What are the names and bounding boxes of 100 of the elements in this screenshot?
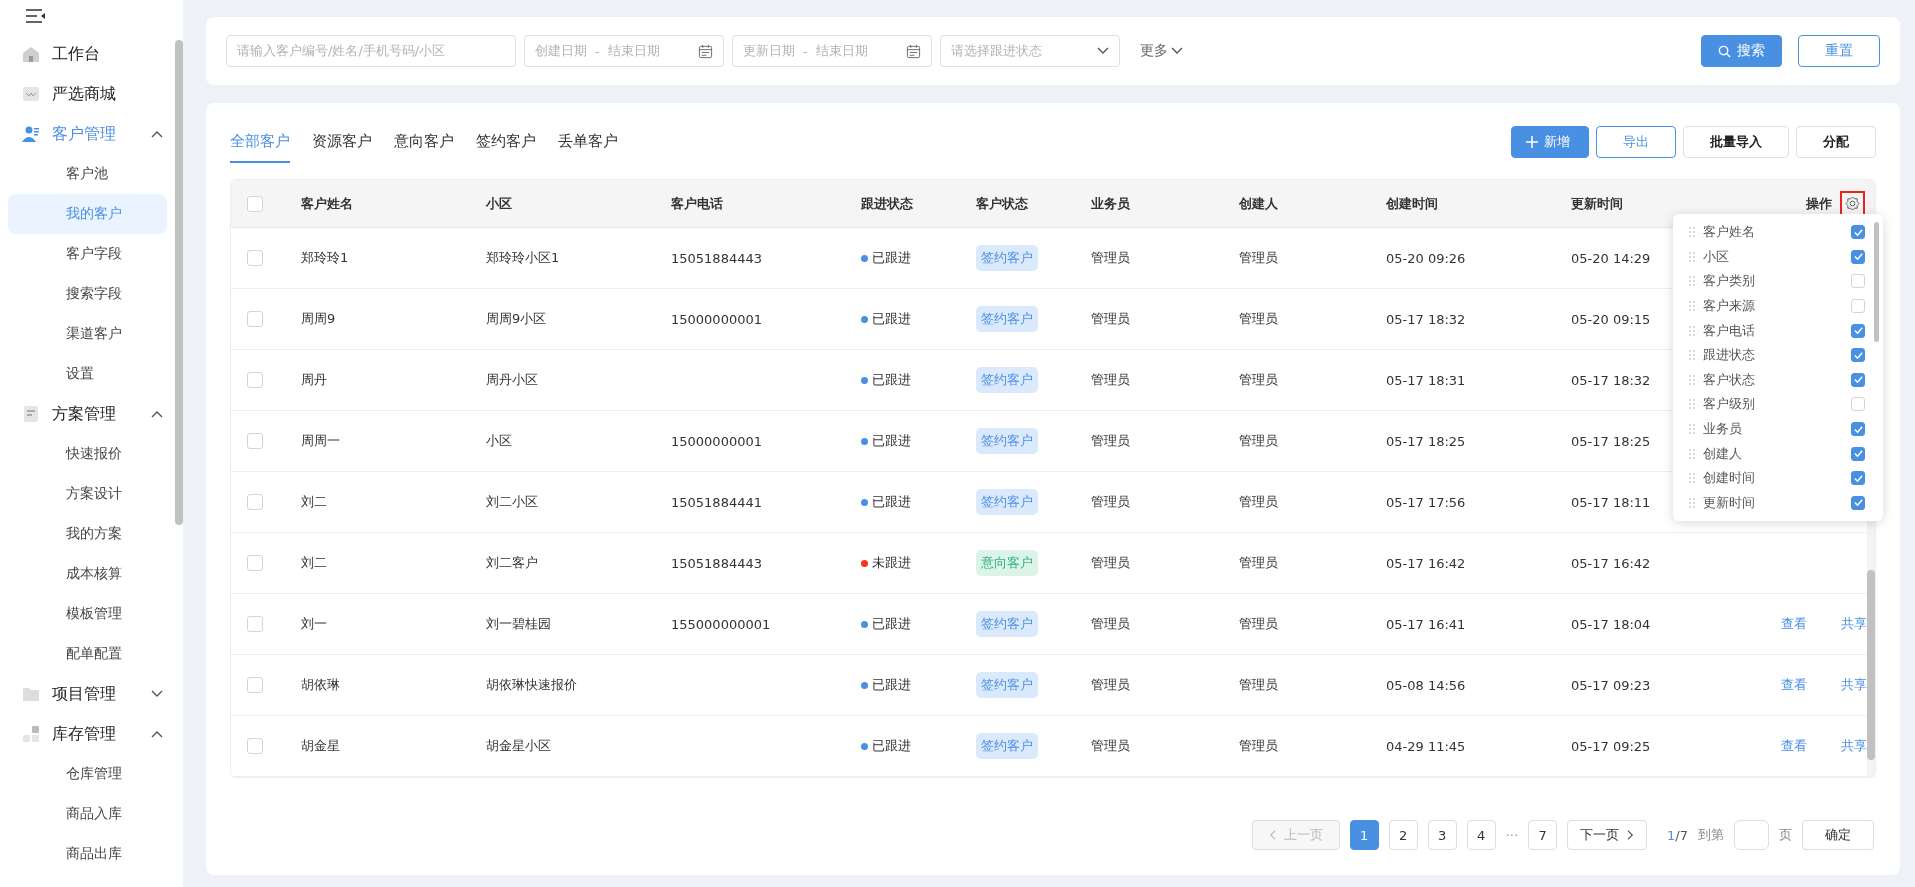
sidebar-item[interactable]: 快速报价 xyxy=(8,434,167,474)
table-cell: 郑玲玲1 xyxy=(301,249,349,267)
ellipsis: ··· xyxy=(1505,827,1519,843)
sidebar-group[interactable]: 项目管理 xyxy=(8,674,175,714)
table-cell: 管理员 xyxy=(1091,554,1130,572)
table-cell: 刘二 xyxy=(301,554,327,572)
sidebar-item[interactable]: 我的方案 xyxy=(8,514,167,554)
column-header: 创建时间 xyxy=(1386,194,1438,213)
page-button[interactable]: 3 xyxy=(1427,820,1457,850)
status-tag: 签约客户 xyxy=(976,672,1038,698)
table-cell: 05-20 09:15 xyxy=(1571,311,1651,327)
table-cell: 已跟进 xyxy=(872,249,911,267)
confirm-button[interactable]: 确定 xyxy=(1802,820,1874,850)
tab[interactable]: 意向客户 xyxy=(394,121,454,163)
table-cell: 05-17 16:42 xyxy=(1571,555,1651,571)
status-tag: 签约客户 xyxy=(976,367,1038,393)
table-cell: 管理员 xyxy=(1239,249,1278,267)
column-header: 客户状态 xyxy=(976,194,1028,213)
sidebar-item[interactable]: 渠道客户 xyxy=(8,314,167,354)
table-cell: 05-17 18:11 xyxy=(1571,494,1651,510)
sidebar-item[interactable]: 商品出库 xyxy=(8,834,167,874)
total-pages: /7 xyxy=(1675,827,1688,843)
table-cell: 155000000001 xyxy=(671,616,771,632)
table-cell: 管理员 xyxy=(1091,676,1130,694)
table-cell: 胡依琳 xyxy=(301,676,340,694)
table-cell: 15000000001 xyxy=(671,311,762,327)
column-header: 业务员 xyxy=(1091,194,1130,213)
table-cell: 管理员 xyxy=(1239,676,1278,694)
table-cell: 刘一 xyxy=(301,615,327,633)
table-cell: 已跟进 xyxy=(872,310,911,328)
current-page: 1 xyxy=(1667,827,1676,843)
table-cell: 05-17 18:25 xyxy=(1571,433,1651,449)
page-button[interactable]: 4 xyxy=(1466,820,1496,850)
row-action-link[interactable]: 查看 xyxy=(1781,676,1807,694)
table-cell: 周周一 xyxy=(301,432,340,450)
tab[interactable]: 签约客户 xyxy=(476,121,536,163)
table-cell: 管理员 xyxy=(1239,371,1278,389)
table-cell: 管理员 xyxy=(1091,432,1130,450)
sidebar-item[interactable]: 仓库管理 xyxy=(8,754,167,794)
column-option: 客户类别 xyxy=(1703,272,1755,291)
table-cell: 管理员 xyxy=(1091,615,1130,633)
column-header: 客户电话 xyxy=(671,194,723,213)
table-cell: 05-17 18:31 xyxy=(1386,372,1466,388)
table-cell: 未跟进 xyxy=(872,554,911,572)
action-button[interactable]: 分配 xyxy=(1796,126,1876,158)
column-header: 小区 xyxy=(486,194,512,213)
table-cell: 15051884441 xyxy=(671,494,762,510)
table-cell: 管理员 xyxy=(1239,554,1278,572)
column-option: 小区 xyxy=(1703,247,1729,266)
table-cell: 周丹小区 xyxy=(486,371,538,389)
sidebar-group[interactable]: 工作台 xyxy=(8,34,175,74)
table-cell: 05-17 16:42 xyxy=(1386,555,1466,571)
table-cell: 05-17 18:04 xyxy=(1571,616,1651,632)
sidebar-group[interactable]: 库存管理 xyxy=(8,714,175,754)
status-tag: 签约客户 xyxy=(976,428,1038,454)
table-cell: 15000000001 xyxy=(671,433,762,449)
column-option: 更新时间 xyxy=(1703,493,1755,512)
status-tag: 签约客户 xyxy=(976,611,1038,637)
sidebar-item[interactable]: 配单配置 xyxy=(8,634,167,674)
table-cell: 已跟进 xyxy=(872,615,911,633)
sidebar-item[interactable]: 搜索字段 xyxy=(8,274,167,314)
table-cell: 刘一碧桂园 xyxy=(486,615,551,633)
action-button[interactable]: 批量导入 xyxy=(1683,126,1789,158)
column-option: 跟进状态 xyxy=(1703,346,1755,365)
sidebar-item[interactable]: 模板管理 xyxy=(8,594,167,634)
page-unit-label: 页 xyxy=(1779,826,1792,844)
sidebar-group[interactable]: 严选商城 xyxy=(8,74,175,114)
table-cell: 管理员 xyxy=(1239,432,1278,450)
tab[interactable]: 资源客户 xyxy=(312,121,372,163)
column-option: 客户级别 xyxy=(1703,395,1755,414)
table-cell: 05-20 09:26 xyxy=(1386,250,1466,266)
column-header: 操作 xyxy=(1806,194,1832,213)
table-cell: 管理员 xyxy=(1239,737,1278,755)
sidebar-item[interactable]: 方案设计 xyxy=(8,474,167,514)
row-action-link[interactable]: 查看 xyxy=(1781,737,1807,755)
next-page-button[interactable]: 下一页 xyxy=(1567,820,1648,850)
more-link[interactable]: 更多 xyxy=(1140,42,1183,60)
table-cell: 05-20 14:29 xyxy=(1571,250,1651,266)
row-action-link[interactable]: 查看 xyxy=(1781,615,1807,633)
table-cell: 刘二客户 xyxy=(486,554,538,572)
sidebar-item[interactable]: 商品入库 xyxy=(8,794,167,834)
column-header: 客户姓名 xyxy=(301,194,353,213)
sidebar-item[interactable]: 设置 xyxy=(8,354,167,394)
sidebar-group[interactable]: 方案管理 xyxy=(8,394,175,434)
sidebar-item[interactable]: 客户字段 xyxy=(8,234,167,274)
column-header: 更新时间 xyxy=(1571,194,1623,213)
status-tag: 签约客户 xyxy=(976,245,1038,271)
table-cell: 管理员 xyxy=(1091,737,1130,755)
page-button[interactable]: 2 xyxy=(1388,820,1418,850)
sidebar-item[interactable]: 客户池 xyxy=(8,154,167,194)
table-cell: 已跟进 xyxy=(872,371,911,389)
table-cell: 05-17 09:25 xyxy=(1571,738,1651,754)
tab[interactable]: 丢单客户 xyxy=(558,121,618,163)
column-option: 客户状态 xyxy=(1703,370,1755,389)
sidebar-item[interactable]: 成本核算 xyxy=(8,554,167,594)
status-tag: 意向客户 xyxy=(976,550,1038,576)
table-cell: 管理员 xyxy=(1091,493,1130,511)
page-button[interactable]: 7 xyxy=(1528,820,1558,850)
table-cell: 已跟进 xyxy=(872,737,911,755)
table-cell: 05-17 09:23 xyxy=(1571,677,1651,693)
